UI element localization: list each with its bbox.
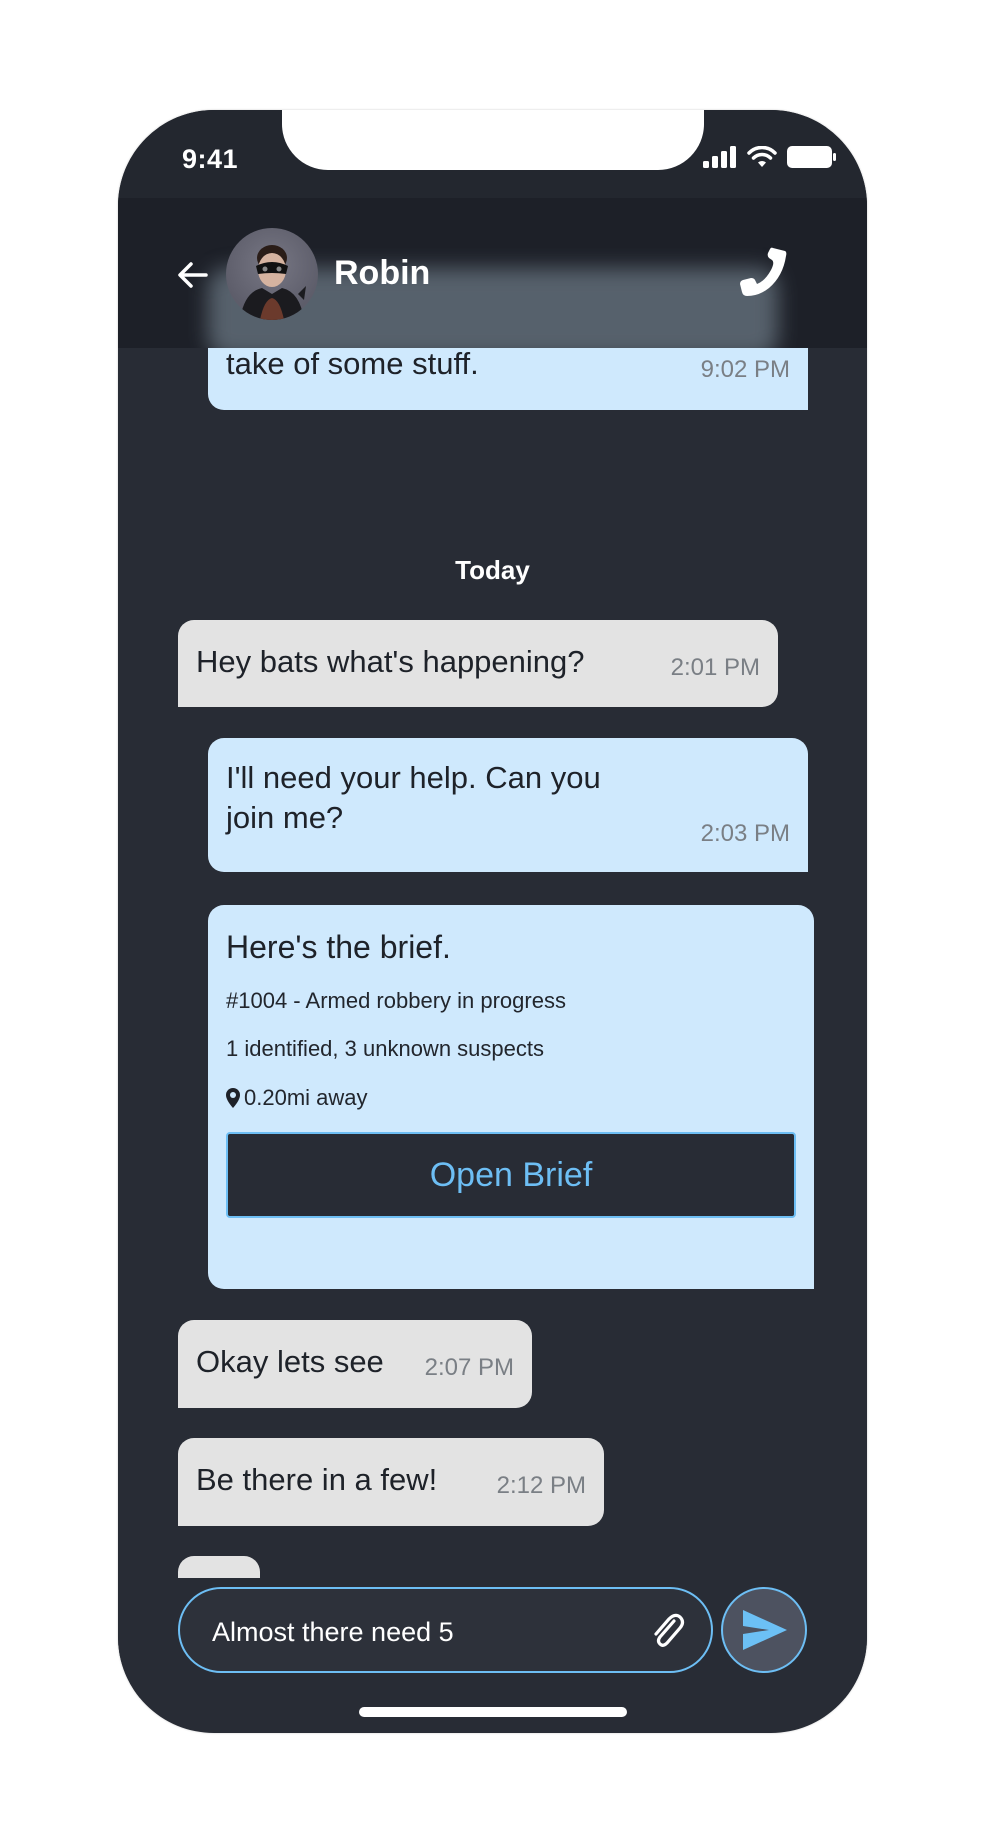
message-time: 2:01 PM [670,654,760,681]
message-bubble-incoming: Hey bats what's happening? 2:01 PM [178,620,778,707]
attach-button[interactable] [647,1611,687,1651]
wifi-icon [747,146,777,167]
phone-frame: 9:41 Robin take of some stuff. 9:02 PM T… [118,110,867,1733]
back-button[interactable] [176,258,210,292]
typing-indicator: . . . [178,1556,260,1578]
message-time: 2:12 PM [496,1472,586,1499]
brief-suspects: 1 identified, 3 unknown suspects [226,1036,544,1062]
signal-icon [703,146,736,168]
avatar[interactable] [226,228,318,320]
call-button[interactable] [739,246,791,298]
composer [118,1578,867,1698]
brief-card: Here's the brief. #1004 - Armed robbery … [208,905,814,1289]
message-bubble-outgoing: I'll need your help. Can you join me? 2:… [208,738,808,872]
paperclip-icon [654,1613,685,1647]
arrow-left-icon [178,262,208,288]
message-text: Be there in a few! [196,1462,438,1497]
message-text: take of some stuff. [226,348,479,381]
message-text: Hey bats what's happening? [196,644,585,679]
send-icon [743,1610,787,1650]
message-text: Okay lets see [196,1344,384,1379]
battery-icon [787,146,836,168]
message-input[interactable] [210,1607,634,1657]
message-bubble-incoming: Be there in a few! 2:12 PM [178,1438,604,1526]
message-list[interactable]: take of some stuff. 9:02 PM Today Hey ba… [118,348,867,1578]
home-indicator [359,1707,627,1717]
message-time: 2:03 PM [700,820,790,847]
chat-header: Robin [118,198,867,348]
avatar-image-icon [240,245,306,320]
status-icons [703,146,837,168]
message-input-container[interactable] [178,1587,713,1673]
brief-distance-row: 0.20mi away [226,1084,796,1113]
map-pin-icon [226,1088,240,1109]
send-button[interactable] [721,1587,807,1673]
message-time: 9:02 PM [700,356,790,383]
day-separator: Today [455,555,530,585]
message-text: I'll need your help. Can you join me? [226,760,601,836]
brief-distance: 0.20mi away [244,1084,368,1110]
message-bubble-incoming: Okay lets see 2:07 PM [178,1320,532,1408]
contact-name: Robin [334,254,431,292]
message-time: 2:07 PM [424,1354,514,1381]
status-time: 9:41 [182,144,239,174]
open-brief-button[interactable]: Open Brief [226,1132,796,1219]
notch [282,110,704,170]
phone-icon [740,247,787,296]
brief-title: Here's the brief. [226,929,451,965]
brief-case: #1004 - Armed robbery in progress [226,987,566,1013]
message-bubble-outgoing: take of some stuff. 9:02 PM [208,348,808,410]
